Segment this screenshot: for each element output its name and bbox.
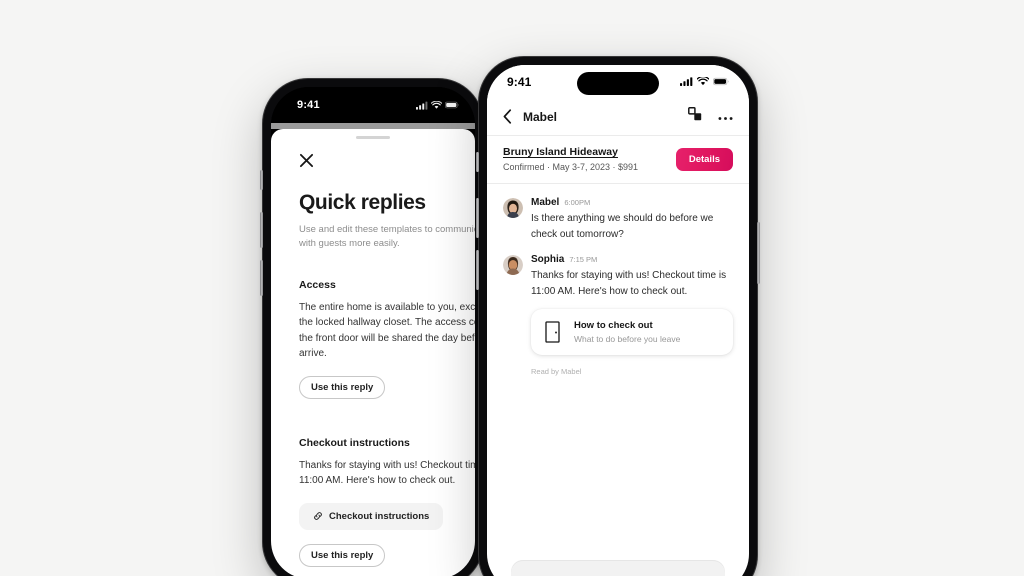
quick-replies-icon bbox=[688, 107, 702, 121]
details-button[interactable]: Details bbox=[675, 147, 733, 171]
battery-icon bbox=[713, 77, 729, 86]
power-button[interactable] bbox=[757, 222, 760, 284]
left-phone-device: 9:41 Quick replies Use and edit these te… bbox=[260, 78, 484, 576]
quick-replies-button[interactable] bbox=[688, 107, 702, 126]
screenshot-canvas: 9:41 Quick replies Use and edit these te… bbox=[0, 0, 1024, 576]
back-button[interactable] bbox=[503, 109, 512, 124]
right-phone-screen: 9:41 Mabel Bruny Island Hideaway Confirm… bbox=[487, 65, 749, 576]
volume-up-button[interactable] bbox=[476, 198, 479, 238]
message-thread: Mabel 6:00PM Is there anything we should… bbox=[487, 184, 749, 376]
section-body: Thanks for staying with us! Checkout tim… bbox=[299, 459, 475, 487]
section-body: The entire home is available to you, exc… bbox=[299, 301, 475, 360]
message-sender: Mabel bbox=[531, 197, 560, 208]
volume-up-button[interactable] bbox=[260, 212, 263, 248]
message-timestamp: 6:00PM bbox=[564, 198, 591, 207]
more-horizontal-icon bbox=[718, 116, 733, 120]
checkout-instructions-chip[interactable]: Checkout instructions bbox=[299, 502, 444, 530]
checkout-attachment-card[interactable]: How to check out What to do before you l… bbox=[531, 309, 733, 355]
door-icon bbox=[545, 321, 560, 343]
use-this-reply-button[interactable]: Use this reply bbox=[299, 375, 386, 399]
listing-text: Bruny Island Hideaway Confirmed · May 3-… bbox=[503, 146, 676, 172]
chevron-left-icon bbox=[503, 109, 512, 124]
conversation-title: Mabel bbox=[523, 109, 558, 124]
close-button[interactable] bbox=[299, 153, 314, 168]
message-item: Sophia 7:15 PM Thanks for staying with u… bbox=[503, 254, 733, 355]
silence-switch[interactable] bbox=[260, 170, 263, 190]
avatar-image bbox=[503, 198, 523, 218]
message-text: Is there anything we should do before we… bbox=[531, 213, 714, 240]
wifi-icon bbox=[697, 77, 709, 86]
close-icon bbox=[299, 153, 314, 168]
conversation-nav-bar: Mabel bbox=[487, 98, 749, 135]
battery-icon bbox=[445, 101, 459, 109]
host-avatar[interactable] bbox=[503, 255, 523, 275]
silence-switch[interactable] bbox=[476, 152, 479, 172]
left-status-bar: 9:41 bbox=[271, 87, 475, 123]
page-subtitle: Use and edit these templates to communic… bbox=[299, 224, 475, 249]
message-body: Sophia 7:15 PM Thanks for staying with u… bbox=[531, 254, 733, 355]
quick-replies-body: Quick replies Use and edit these templat… bbox=[271, 191, 475, 567]
avatar-image bbox=[503, 255, 523, 275]
right-status-time: 9:41 bbox=[507, 74, 532, 89]
quick-reply-section-access: Access The entire home is available to y… bbox=[299, 279, 475, 399]
quick-reply-section-checkout: Checkout instructions Thanks for staying… bbox=[299, 437, 475, 567]
right-status-bar: 9:41 bbox=[487, 65, 749, 98]
message-item: Mabel 6:00PM Is there anything we should… bbox=[503, 197, 733, 242]
card-subtitle: What to do before you leave bbox=[574, 334, 681, 344]
dynamic-island bbox=[577, 72, 659, 95]
left-status-time: 9:41 bbox=[297, 99, 320, 111]
volume-down-button[interactable] bbox=[260, 260, 263, 296]
listing-summary-bar[interactable]: Bruny Island Hideaway Confirmed · May 3-… bbox=[487, 135, 749, 184]
more-options-button[interactable] bbox=[718, 108, 733, 126]
signal-icon bbox=[680, 77, 693, 86]
listing-meta: Confirmed · May 3-7, 2023 · $991 bbox=[503, 162, 639, 172]
section-heading: Checkout instructions bbox=[299, 436, 410, 449]
sheet-drag-handle[interactable] bbox=[356, 136, 390, 139]
listing-title[interactable]: Bruny Island Hideaway bbox=[503, 146, 676, 158]
signal-icon bbox=[416, 101, 428, 110]
read-receipt: Read by Mabel bbox=[531, 367, 582, 376]
use-this-reply-button[interactable]: Use this reply bbox=[299, 543, 386, 567]
card-text: How to check out What to do before you l… bbox=[574, 320, 680, 344]
card-title: How to check out bbox=[574, 320, 653, 331]
guest-avatar[interactable] bbox=[503, 198, 523, 218]
left-status-icons bbox=[416, 100, 459, 110]
quick-replies-sheet: Quick replies Use and edit these templat… bbox=[271, 129, 475, 576]
message-header: Sophia 7:15 PM bbox=[531, 254, 733, 265]
wifi-icon bbox=[431, 100, 442, 109]
message-timestamp: 7:15 PM bbox=[569, 255, 598, 264]
message-composer[interactable] bbox=[511, 560, 725, 576]
nav-actions bbox=[688, 107, 733, 126]
volume-down-button[interactable] bbox=[476, 250, 479, 290]
right-phone-device: 9:41 Mabel Bruny Island Hideaway Confirm… bbox=[476, 56, 760, 576]
left-phone-screen: 9:41 Quick replies Use and edit these te… bbox=[271, 87, 475, 576]
message-sender: Sophia bbox=[531, 254, 565, 265]
message-body: Mabel 6:00PM Is there anything we should… bbox=[531, 197, 733, 242]
chip-label: Checkout instructions bbox=[329, 510, 430, 522]
page-title: Quick replies bbox=[299, 191, 426, 214]
message-text: Thanks for staying with us! Checkout tim… bbox=[531, 270, 727, 297]
section-heading: Access bbox=[299, 278, 336, 291]
message-header: Mabel 6:00PM bbox=[531, 197, 733, 208]
link-icon bbox=[314, 512, 322, 520]
right-status-icons bbox=[680, 77, 729, 86]
